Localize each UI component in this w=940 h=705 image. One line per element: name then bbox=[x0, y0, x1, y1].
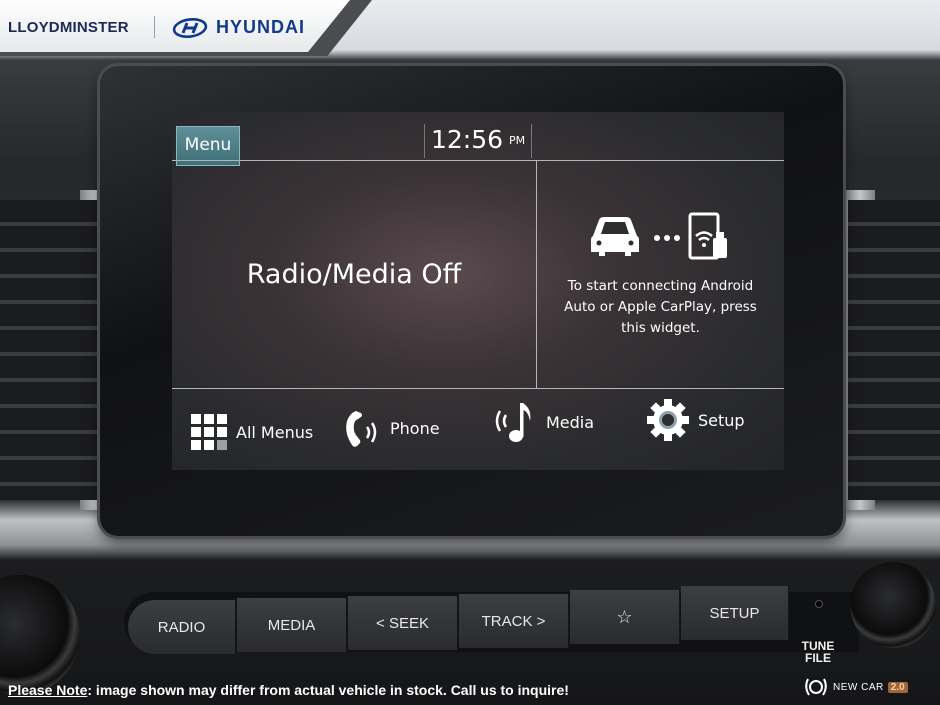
nav-setup[interactable]: Setup bbox=[646, 398, 745, 442]
volume-knob[interactable] bbox=[0, 575, 80, 695]
note-prefix: Please Note bbox=[8, 682, 88, 698]
connect-line-3: this widget. bbox=[621, 320, 700, 336]
laurel-wreath-icon bbox=[805, 678, 827, 696]
note-text: : image shown may differ from actual veh… bbox=[87, 682, 569, 698]
dealer-name: LLOYDMINSTER bbox=[8, 19, 129, 36]
nav-label-all-menus: All Menus bbox=[236, 422, 314, 442]
phone-wifi-usb-icon bbox=[688, 212, 727, 260]
nav-label-setup: Setup bbox=[698, 410, 745, 430]
tune-knob[interactable] bbox=[850, 562, 936, 648]
infotainment-screen: Menu 12:56 PM Radio/Media Off To start c… bbox=[172, 112, 784, 470]
track-hw-button[interactable]: TRACK > bbox=[459, 594, 569, 648]
hyundai-logo-icon bbox=[172, 18, 208, 38]
phone-projection-widget[interactable]: To start connecting Android Auto or Appl… bbox=[537, 160, 784, 388]
nav-label-phone: Phone bbox=[390, 418, 440, 438]
status-bar: Menu 12:56 PM bbox=[172, 112, 784, 166]
disclaimer-note: Please Note: image shown may differ from… bbox=[8, 682, 569, 698]
connect-instructions: To start connecting Android Auto or Appl… bbox=[547, 276, 774, 339]
seek-hw-button[interactable]: < SEEK bbox=[348, 596, 458, 650]
radio-hw-button[interactable]: RADIO bbox=[128, 600, 236, 654]
gear-icon bbox=[647, 399, 689, 441]
right-air-vent bbox=[848, 200, 940, 500]
connect-line-2: Auto or Apple CarPlay, press bbox=[564, 299, 757, 315]
new-car-badge: NEW CAR 2.0 bbox=[803, 676, 908, 698]
setup-hw-button[interactable]: SETUP bbox=[681, 586, 789, 640]
nav-label-media: Media bbox=[546, 412, 595, 432]
bottom-nav-bar: All Menus Phone Media Setup bbox=[172, 390, 784, 470]
left-air-vent bbox=[0, 200, 100, 500]
media-status-text: Radio/Media Off bbox=[246, 258, 462, 290]
dots-icon bbox=[654, 235, 680, 241]
nav-media[interactable]: Media bbox=[492, 400, 594, 444]
tune-file-label: TUNE FILE bbox=[798, 640, 838, 664]
nav-phone[interactable]: Phone bbox=[342, 406, 440, 450]
radio-media-widget[interactable]: Radio/Media Off bbox=[172, 160, 536, 388]
dealer-banner: LLOYDMINSTER HYUNDAI bbox=[0, 0, 350, 52]
clock: 12:56 PM bbox=[424, 124, 533, 158]
clock-ampm: PM bbox=[509, 134, 526, 147]
new-car-version: 2.0 bbox=[887, 681, 908, 693]
microphone-hole bbox=[816, 601, 822, 607]
music-note-icon bbox=[495, 403, 531, 442]
banner-divider bbox=[154, 16, 155, 38]
vehicle-dashboard-photo: LLOYDMINSTER HYUNDAI Menu 12:56 PM Radio/… bbox=[0, 0, 940, 705]
media-hw-button[interactable]: MEDIA bbox=[237, 598, 347, 652]
new-car-text: NEW CAR bbox=[833, 681, 884, 693]
car-icon bbox=[591, 217, 639, 256]
grid-icon bbox=[191, 414, 227, 450]
divider-bottom bbox=[172, 388, 784, 389]
clock-time: 12:56 bbox=[431, 125, 504, 154]
connect-illustration bbox=[591, 212, 727, 260]
connect-line-1: To start connecting Android bbox=[567, 278, 754, 294]
favorite-hw-button[interactable]: ☆ bbox=[570, 590, 680, 644]
tune-label-line2: FILE bbox=[805, 651, 831, 665]
brand-name: HYUNDAI bbox=[216, 17, 306, 37]
phone-icon bbox=[346, 411, 377, 447]
nav-all-menus[interactable]: All Menus bbox=[190, 410, 313, 454]
